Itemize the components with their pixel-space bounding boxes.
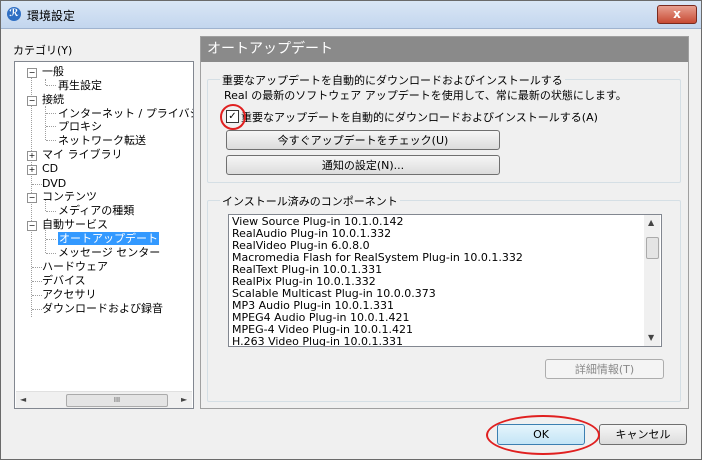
settings-panel: オートアップデート 重要なアップデートを自動的にダウンロードおよびインストールす… [200,36,689,409]
check-now-button[interactable]: 今すぐアップデートをチェック(U) [226,130,500,150]
tree-item-content[interactable]: コンテンツ [42,190,97,203]
tree-item-media-types[interactable]: メディアの種類 [58,204,134,217]
tree-expander-auto-services[interactable]: − [27,221,37,231]
tree-item-auto-update[interactable]: オートアップデート [58,232,159,245]
notification-settings-button[interactable]: 通知の設定(N)... [226,155,500,175]
auto-update-checkbox-label[interactable]: 重要なアップデートを自動的にダウンロードおよびインストールする(A) [241,109,598,125]
tree-expander-content[interactable]: − [27,193,37,203]
category-tree[interactable]: − 一般 再生設定 − 接続 インターネット / プライバシー プロキシ ネット… [14,61,194,409]
list-item[interactable]: H.263 Video Plug-in 10.0.1.331 [232,336,403,347]
scroll-thumb[interactable] [646,237,659,259]
tree-expander-cd[interactable]: + [27,165,37,175]
update-group-title: 重要なアップデートを自動的にダウンロードおよびインストールする [220,72,565,88]
details-button[interactable]: 詳細情報(T) [545,359,664,379]
tree-expander-my-library[interactable]: + [27,151,37,161]
tree-item-message-center[interactable]: メッセージ センター [58,246,160,259]
tree-item-playback[interactable]: 再生設定 [58,79,102,92]
preferences-window: ℛ 環境設定 x カテゴリ(Y) − 一般 再生設定 − 接続 インターネット … [0,0,702,460]
title-bar: ℛ 環境設定 x [1,1,701,29]
scroll-right-icon[interactable]: ► [181,395,187,404]
components-vertical-scrollbar[interactable]: ▲ ▼ [644,215,660,346]
tree-item-my-library[interactable]: マイ ライブラリ [42,148,123,161]
components-group-title: インストール済みのコンポーネント [220,193,400,209]
tree-horizontal-scrollbar[interactable]: ◄ III ► [16,391,192,408]
tree-item-dvd[interactable]: DVD [42,177,66,190]
tree-item-proxy[interactable]: プロキシ [58,120,102,133]
scroll-thumb[interactable]: III [66,394,168,407]
window-title: 環境設定 [27,9,76,23]
update-description: Real の最新のソフトウェア アップデートを使用して、常に最新の状態にします。 [224,89,627,102]
tree-item-network-transport[interactable]: ネットワーク転送 [58,134,146,147]
annotation-circle-ok [486,415,600,455]
tree-item-accessories[interactable]: アクセサリ [42,288,96,301]
scroll-down-icon[interactable]: ▼ [648,333,654,342]
realplayer-icon: ℛ [7,7,21,21]
close-button[interactable]: x [657,5,697,24]
tree-item-auto-services[interactable]: 自動サービス [42,218,108,231]
tree-expander-connection[interactable]: − [27,96,37,106]
tree-item-internet-privacy[interactable]: インターネット / プライバシー [58,107,193,120]
panel-header: オートアップデート [201,37,688,62]
tree-item-hardware[interactable]: ハードウェア [42,260,108,273]
tree-item-cd[interactable]: CD [42,162,58,175]
cancel-button[interactable]: キャンセル [599,424,687,445]
annotation-circle-checkbox [220,104,246,130]
tree-item-devices[interactable]: デバイス [42,274,86,287]
scroll-left-icon[interactable]: ◄ [20,395,26,404]
tree-item-download-recording[interactable]: ダウンロードおよび録音 [42,302,163,315]
components-list[interactable]: View Source Plug-in 10.1.0.142 RealAudio… [228,214,662,347]
category-label: カテゴリ(Y) [13,44,73,57]
tree-expander-general[interactable]: − [27,68,37,78]
scroll-up-icon[interactable]: ▲ [648,218,654,227]
tree-item-general[interactable]: 一般 [42,65,64,78]
tree-item-connection[interactable]: 接続 [42,93,64,106]
